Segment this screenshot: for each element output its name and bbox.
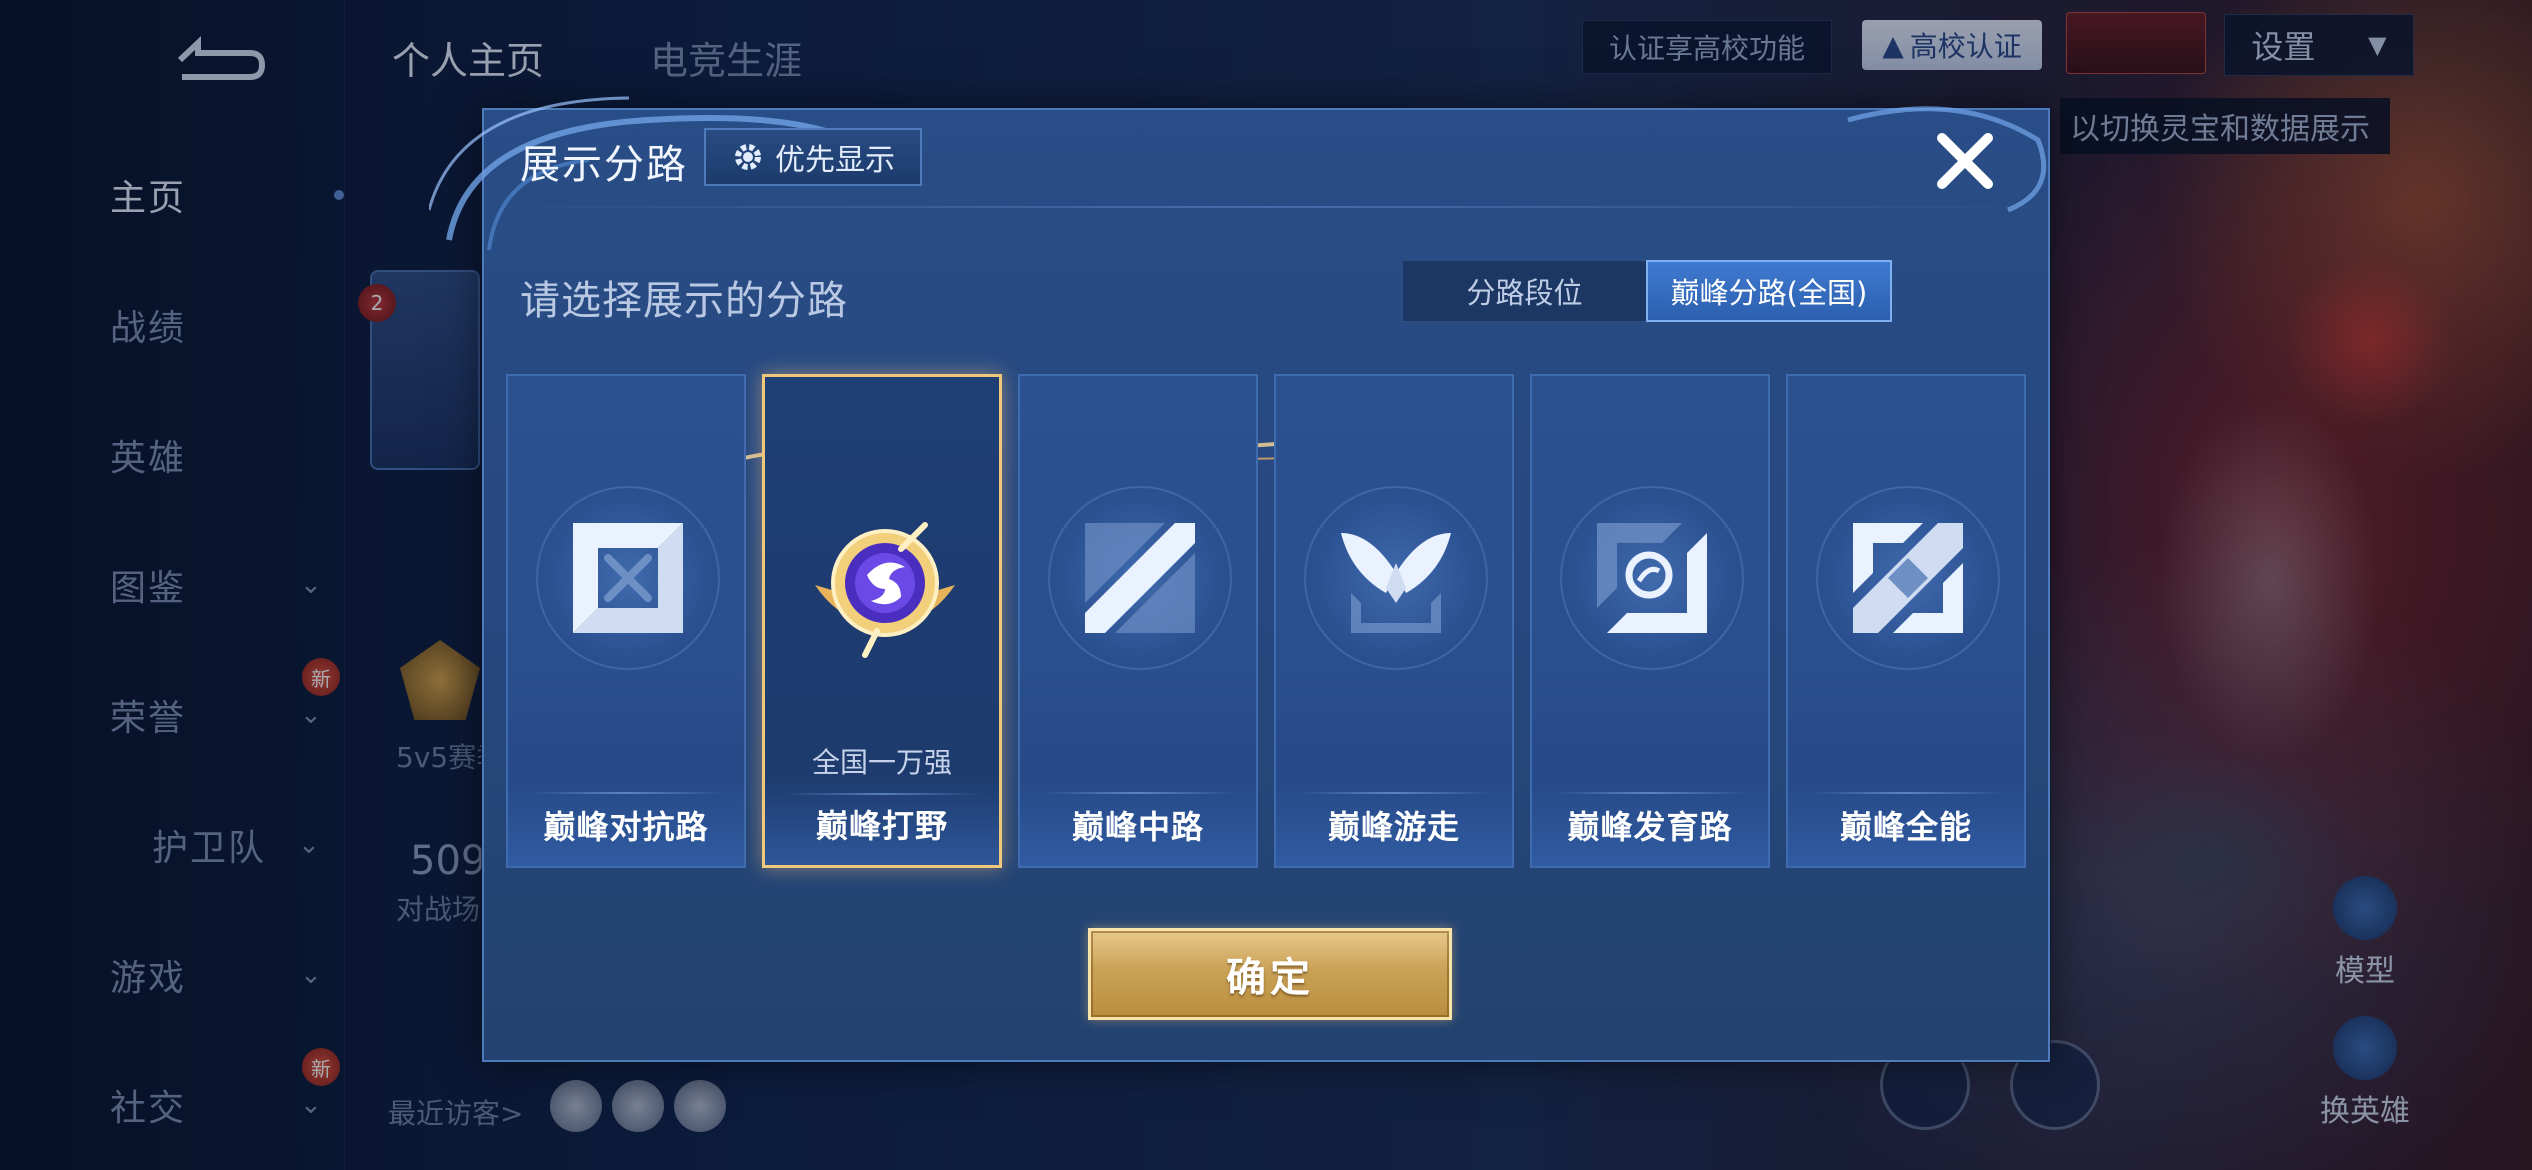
card-divider (1552, 792, 1748, 794)
lane-icon-ring (1560, 486, 1744, 670)
lane-icon-ring (1816, 486, 2000, 670)
lane-card-label: 巅峰全能 (1839, 808, 1972, 846)
roam-icon (1341, 533, 1451, 633)
card-divider (528, 792, 724, 794)
lane-card-clash[interactable]: 巅峰对抗路 (506, 374, 746, 868)
card-divider (1040, 792, 1236, 794)
close-button[interactable] (1930, 126, 2000, 196)
lane-card-roam[interactable]: 巅峰游走 (1274, 374, 1514, 868)
lane-card-label: 巅峰发育路 (1567, 808, 1733, 846)
jungle-rank-emblem-icon (815, 522, 955, 658)
header-divider (484, 206, 2048, 208)
lane-icon-ring (1304, 486, 1488, 670)
lane-card-label: 巅峰对抗路 (543, 808, 709, 846)
lane-card-farm[interactable]: 巅峰发育路 (1530, 374, 1770, 868)
lane-display-dialog: 展示分路 优先显示 请选择展示的分路 分路段位 巅峰分路(全国) 巅峰对抗路 全… (429, 96, 2050, 1062)
lane-card-label: 巅峰中路 (1071, 808, 1204, 846)
lane-icon-ring (1048, 486, 1232, 670)
card-divider (1296, 792, 1492, 794)
lane-card-mid[interactable]: 巅峰中路 (1018, 374, 1258, 868)
close-icon (1937, 133, 1993, 189)
clash-lane-icon (573, 523, 683, 633)
lane-card-label: 巅峰打野 (815, 807, 948, 845)
card-divider (785, 793, 979, 795)
card-divider (1808, 792, 2004, 794)
lane-card-subtitle: 全国一万强 (811, 746, 952, 779)
profile-page: 主页 战绩 英雄 图鉴 ⌄ 荣誉 ⌄ 新 护卫队 ⌄ 游戏 ⌄ 社交 ⌄ 新 个人主页 电… (0, 0, 2532, 1170)
lane-icon-ring (536, 486, 720, 670)
selection-prompt: 请选择展示的分路 (520, 278, 848, 324)
priority-display-button[interactable]: 优先显示 (704, 128, 922, 186)
tab-peak-lane-national[interactable]: 巅峰分路(全国) (1646, 260, 1892, 322)
tab-lane-rank[interactable]: 分路段位 (1402, 260, 1646, 322)
lane-card-label: 巅峰游走 (1327, 808, 1460, 846)
all-round-icon (1853, 523, 1963, 633)
confirm-button[interactable]: 确定 (1088, 928, 1452, 1020)
lane-card-jungle[interactable]: 全国一万强 巅峰打野 (762, 374, 1002, 868)
lane-card-all-round[interactable]: 巅峰全能 (1786, 374, 2026, 868)
mid-lane-icon (1085, 523, 1195, 633)
farm-lane-icon (1597, 523, 1707, 633)
dialog-title: 展示分路 (520, 142, 688, 188)
gear-icon (735, 144, 761, 170)
